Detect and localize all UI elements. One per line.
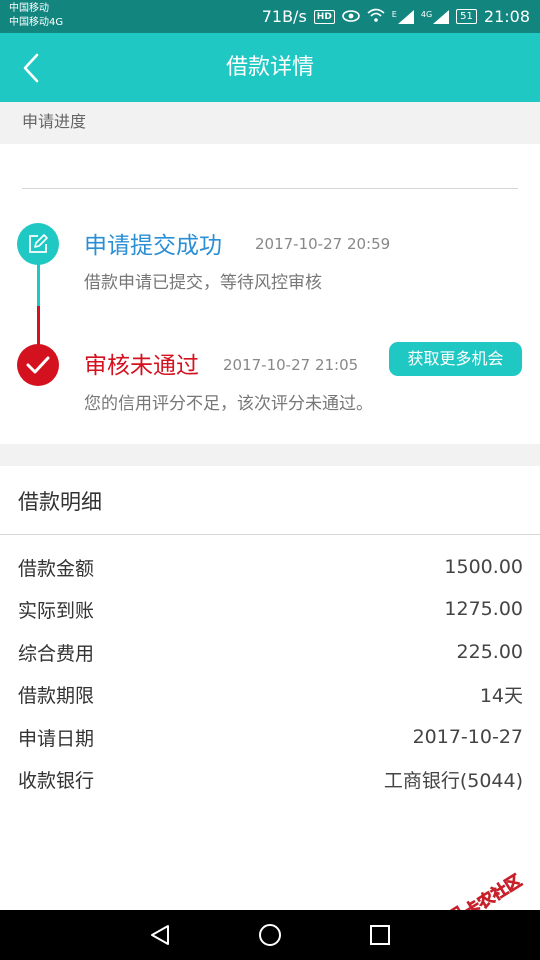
detail-row-amount: 借款金额 1500.00: [18, 552, 523, 582]
chevron-left-icon: [23, 53, 39, 83]
step-1-desc: 借款申请已提交，等待风控审核: [84, 273, 322, 293]
step-1-time: 2017-10-27 20:59: [255, 235, 391, 253]
detail-row-date: 申请日期 2017-10-27: [18, 722, 523, 752]
carrier-1-label: 中国移动: [9, 3, 49, 14]
detail-row-fees: 综合费用 225.00: [18, 637, 523, 667]
wifi-icon: [367, 7, 385, 26]
detail-value: 1500.00: [444, 556, 523, 578]
divider: [22, 188, 518, 189]
hd-icon: HD: [313, 9, 335, 24]
square-recent-icon: [370, 925, 390, 945]
signal-1-icon: E: [391, 9, 414, 24]
detail-label: 实际到账: [18, 599, 95, 622]
status-bar: 中国移动 中国移动4G 71B/s HD E 4G 51 21:08: [0, 0, 540, 33]
nav-recent-button[interactable]: [365, 920, 395, 950]
eye-icon: [341, 7, 360, 26]
detail-row-bank: 收款银行 工商银行(5044): [18, 764, 523, 794]
detail-value: 1275.00: [444, 598, 523, 620]
detail-row-received: 实际到账 1275.00: [18, 594, 523, 624]
detail-value: 225.00: [456, 641, 523, 663]
step-2-marker: [17, 344, 59, 386]
detail-value: 2017-10-27: [412, 726, 523, 748]
detail-value: 14天: [479, 684, 523, 707]
carrier-2-label: 中国移动4G: [9, 17, 64, 28]
step-1-title: 申请提交成功: [84, 233, 222, 259]
step-2-time: 2017-10-27 21:05: [223, 356, 359, 374]
divider: [0, 534, 540, 535]
detail-label: 收款银行: [18, 769, 95, 792]
timeline-line-fail: [37, 306, 40, 346]
signal-2-tag: 4G: [420, 9, 433, 19]
back-button[interactable]: [14, 51, 48, 85]
network-speed: 71B/s: [261, 7, 307, 26]
get-more-chances-button[interactable]: 获取更多机会: [389, 342, 522, 376]
timeline-line-success: [37, 262, 40, 306]
detail-label: 借款期限: [18, 684, 95, 707]
circle-home-icon: [259, 924, 281, 946]
detail-label: 借款金额: [18, 557, 95, 580]
detail-value: 工商银行(5044): [383, 769, 523, 792]
status-icons: 71B/s HD E 4G 51 21:08: [262, 0, 530, 33]
signal-2-icon: 4G: [420, 9, 450, 24]
step-2-desc: 您的信用评分不足，该次评分未通过。: [84, 394, 373, 414]
clock: 21:08: [483, 7, 530, 26]
edit-icon: [29, 234, 48, 253]
detail-label: 综合费用: [18, 642, 95, 665]
detail-row-term: 借款期限 14天: [18, 679, 523, 709]
step-2-title: 审核未通过: [84, 353, 199, 379]
signal-1-tag: E: [391, 9, 397, 19]
nav-home-button[interactable]: [255, 920, 285, 950]
detail-title: 借款明细: [18, 490, 102, 514]
system-nav-bar: [0, 910, 540, 960]
triangle-back-icon: [151, 925, 169, 945]
progress-section-header: 申请进度: [0, 102, 540, 144]
nav-bar: 借款详情: [0, 33, 540, 102]
check-icon: [26, 356, 50, 374]
page-title: 借款详情: [225, 55, 314, 80]
nav-back-button[interactable]: [145, 920, 175, 950]
section-gap: [0, 444, 540, 466]
battery-icon: 51: [456, 9, 477, 24]
step-1-marker: [17, 223, 59, 265]
detail-label: 申请日期: [18, 727, 95, 750]
